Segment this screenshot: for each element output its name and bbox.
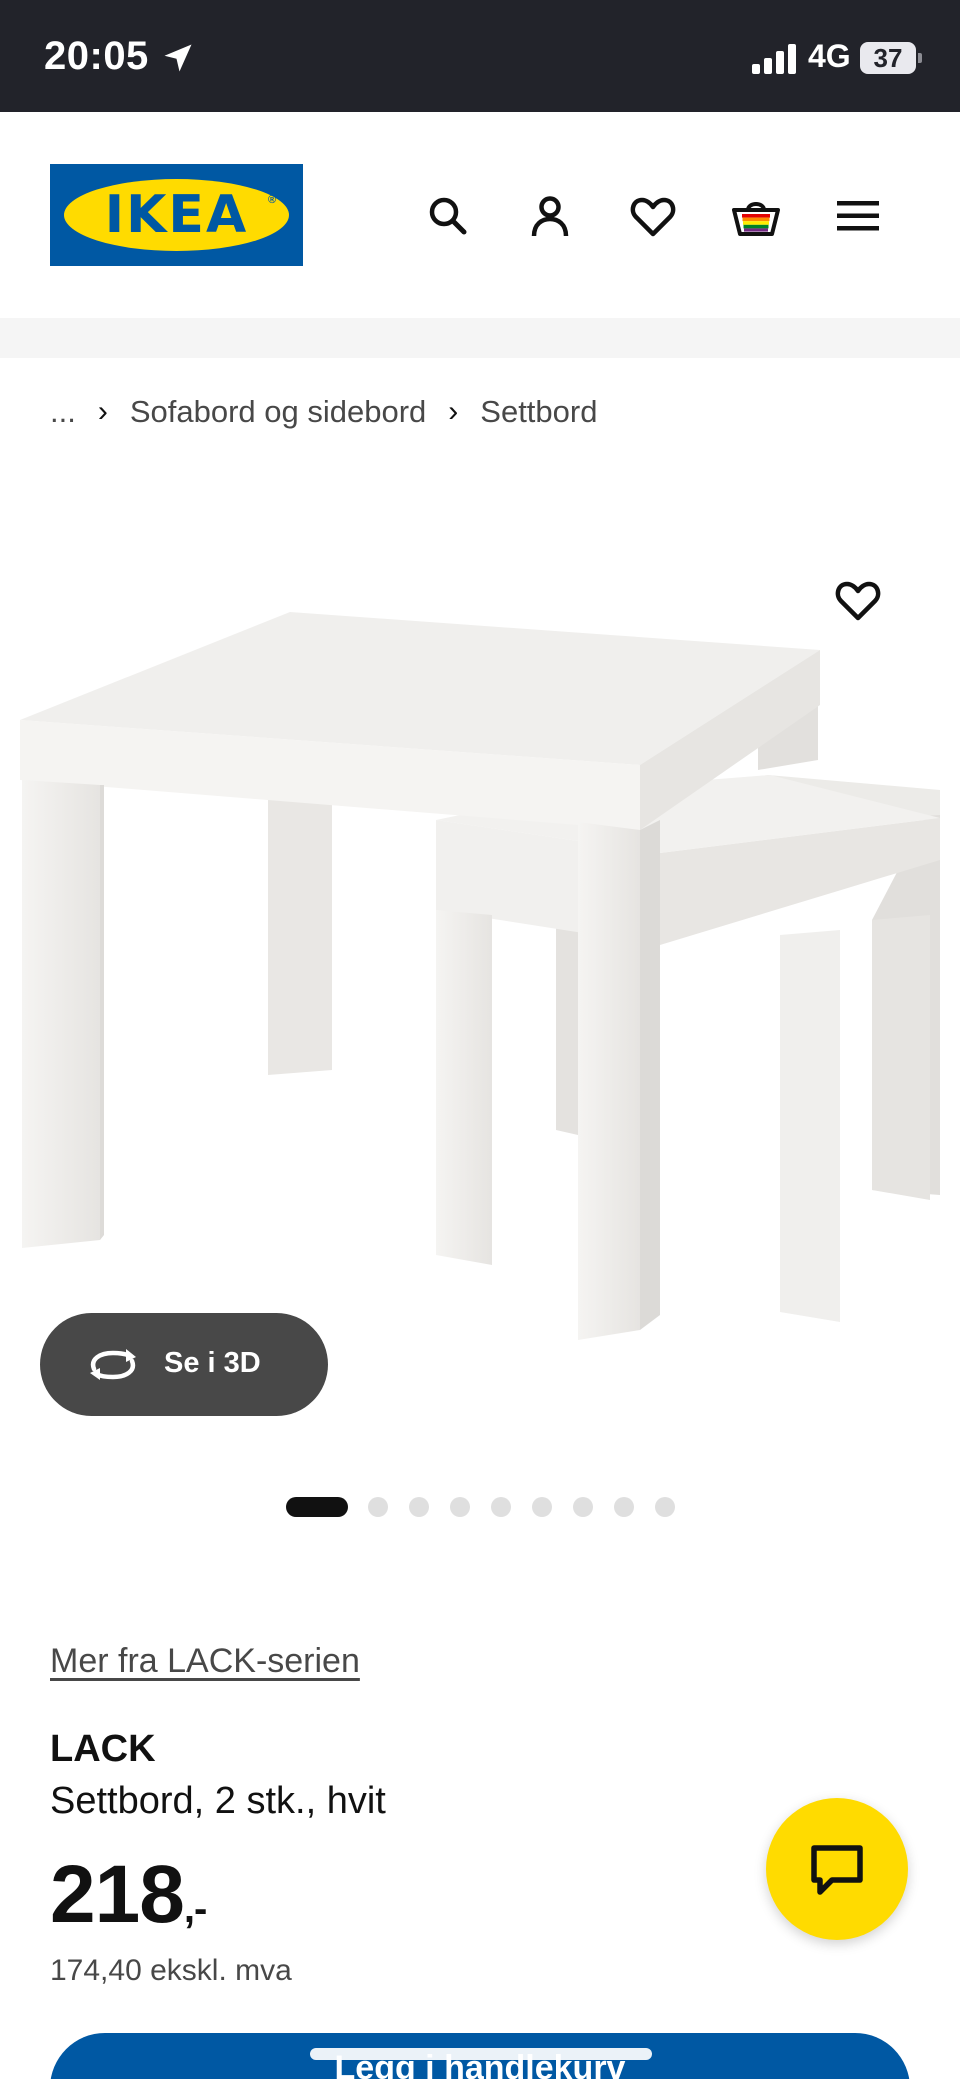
breadcrumb: ... › Sofabord og sidebord › Settbord: [50, 392, 597, 432]
price-suffix: ,-: [183, 1887, 207, 1931]
breadcrumb-item-nesting-tables[interactable]: Settbord: [480, 394, 597, 430]
product-price: 218,-: [50, 1848, 207, 1942]
carousel-dot-4[interactable]: [450, 1497, 470, 1517]
logo-text: IKEA: [104, 185, 249, 245]
status-bar: 20:05 4G 37: [0, 0, 960, 112]
breadcrumb-ellipsis[interactable]: ...: [50, 394, 76, 430]
search-button[interactable]: [422, 190, 474, 242]
account-button[interactable]: [524, 190, 576, 242]
breadcrumb-separator: ›: [97, 395, 108, 428]
network-type: 4G: [808, 38, 851, 74]
menu-button[interactable]: [832, 190, 884, 242]
heart-icon: [630, 197, 676, 237]
add-to-favourites-button[interactable]: [832, 574, 884, 626]
breadcrumb-item-coffee-side-tables[interactable]: Sofabord og sidebord: [130, 394, 426, 430]
series-link[interactable]: Mer fra LACK-serien: [50, 1642, 360, 1681]
carousel-dot-7[interactable]: [573, 1497, 593, 1517]
status-time: 20:05: [44, 34, 149, 78]
battery-icon: 37: [860, 42, 922, 74]
carousel-dot-9[interactable]: [655, 1497, 675, 1517]
search-icon: [429, 197, 467, 235]
cart-icon: [732, 202, 780, 236]
carousel-dot-5[interactable]: [491, 1497, 511, 1517]
chat-icon: [811, 1845, 863, 1895]
cart-button[interactable]: [730, 190, 782, 242]
price-excl-vat: 174,40 ekskl. mva: [50, 1954, 292, 1987]
ikea-logo[interactable]: IKEA ®: [50, 164, 303, 266]
carousel-dot-6[interactable]: [532, 1497, 552, 1517]
price-value: 218: [50, 1849, 185, 1940]
breadcrumb-separator: ›: [448, 395, 459, 428]
product-description: Settbord, 2 stk., hvit: [50, 1780, 386, 1822]
carousel-dot-1[interactable]: [286, 1497, 348, 1517]
header-divider-band: [0, 318, 960, 358]
signal-icon: [752, 44, 796, 74]
carousel-dot-8[interactable]: [614, 1497, 634, 1517]
heart-icon: [835, 581, 881, 621]
carousel-dot-2[interactable]: [368, 1497, 388, 1517]
battery-level: 37: [860, 42, 916, 74]
account-icon: [531, 196, 569, 237]
rotate-3d-icon: [90, 1349, 136, 1380]
site-header: IKEA ®: [0, 112, 960, 318]
product-image[interactable]: [0, 520, 960, 1370]
battery-tip: [918, 53, 922, 63]
carousel-dot-3[interactable]: [409, 1497, 429, 1517]
logo-registered-mark: ®: [268, 194, 277, 206]
home-indicator: [310, 2048, 652, 2060]
location-arrow-icon: [164, 44, 192, 72]
view-in-3d-button[interactable]: Se i 3D: [40, 1313, 328, 1416]
view-in-3d-label: Se i 3D: [164, 1347, 261, 1379]
chat-button[interactable]: [766, 1798, 908, 1940]
product-name: LACK: [50, 1728, 156, 1770]
menu-icon: [837, 201, 879, 231]
favourites-button[interactable]: [627, 190, 679, 242]
